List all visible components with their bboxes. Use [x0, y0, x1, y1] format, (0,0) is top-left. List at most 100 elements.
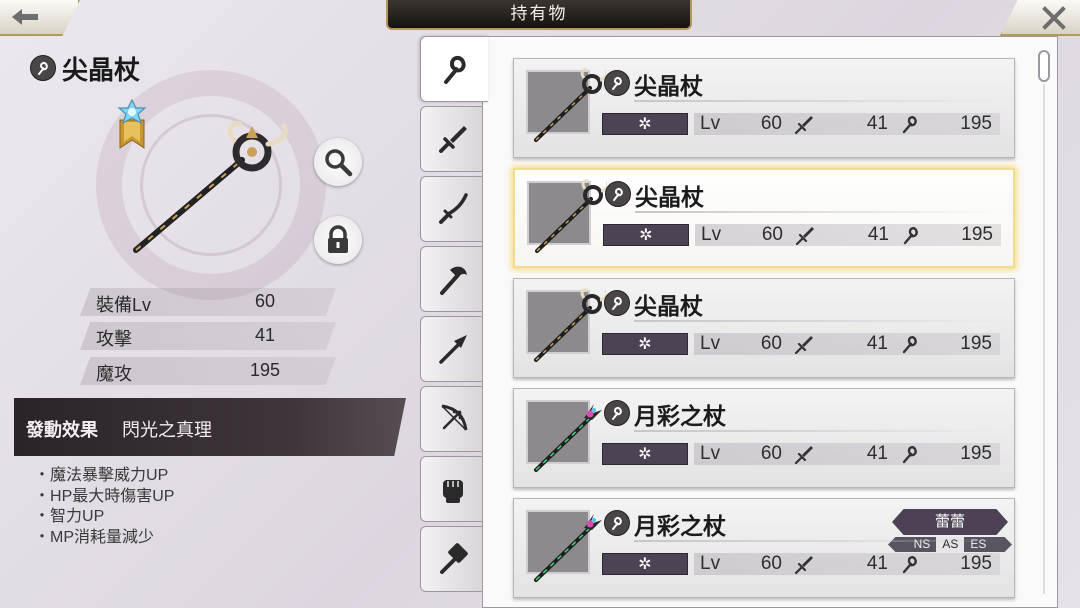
tab-staff[interactable] [420, 36, 488, 102]
detail-title: 尖晶杖 [30, 52, 141, 85]
staff-image [534, 404, 602, 472]
close-button[interactable] [1000, 0, 1080, 36]
staff-type-icon [604, 290, 630, 316]
stat-strip: Lv 60 41 195 [694, 553, 1000, 575]
stat-strip: Lv 60 41 195 [694, 333, 1000, 355]
magic-attack-icon [902, 116, 917, 134]
magic-attack-value: 195 [960, 113, 992, 134]
item-card-selected[interactable]: 尖晶杖 ✲ Lv 60 41 195 [513, 168, 1015, 268]
effect-label: 發動效果 [26, 420, 98, 440]
magic-attack-icon [903, 227, 918, 245]
stat-attack: 攻擊 41 [80, 322, 336, 350]
item-thumbnail [526, 288, 606, 362]
lock-icon [328, 225, 348, 253]
scroll-track [1043, 84, 1045, 594]
staff-image [535, 179, 607, 253]
element-badge: ✲ [602, 113, 688, 135]
item-card[interactable]: 尖晶杖 ✲ Lv 60 41 195 [513, 278, 1015, 378]
effect-name: 閃光之真理 [122, 420, 212, 440]
effect-item: 魔法暴擊威力UP [48, 466, 174, 487]
stat-magic-attack: 魔攻 195 [80, 357, 336, 385]
level-label: Lv [700, 443, 721, 464]
tab-axe[interactable] [420, 246, 484, 312]
tab-hammer[interactable] [420, 526, 484, 592]
back-button[interactable] [0, 0, 80, 36]
spear-icon [438, 335, 467, 364]
divider [635, 211, 1005, 213]
item-name: 尖晶杖 [634, 293, 703, 319]
element-badge: ✲ [602, 443, 688, 465]
staff-image [534, 514, 602, 582]
attack-icon [794, 336, 813, 354]
light-element-icon: ✲ [638, 336, 652, 353]
divider [634, 430, 1004, 432]
effect-item: 智力UP [48, 507, 174, 528]
item-card[interactable]: 尖晶杖 ✲ Lv 60 41 195 [513, 58, 1015, 158]
close-icon [1042, 6, 1066, 30]
stat-value: 195 [249, 360, 281, 380]
attack-value: 41 [867, 224, 889, 245]
tab-sword[interactable] [420, 106, 484, 172]
magic-attack-value: 195 [960, 443, 992, 464]
tab-spear[interactable] [420, 316, 484, 382]
item-thumbnail [526, 510, 602, 582]
staff-type-icon [605, 181, 631, 207]
item-thumbnail [526, 400, 602, 472]
fist-icon [442, 480, 463, 503]
item-name: 月彩之杖 [634, 403, 726, 429]
item-name: 尖晶杖 [62, 54, 141, 85]
item-name: 尖晶杖 [635, 184, 704, 210]
attack-icon [795, 227, 814, 245]
stat-value: 41 [254, 325, 276, 345]
zoom-button[interactable] [314, 138, 362, 186]
tab-fist[interactable] [420, 456, 484, 522]
level-value: 60 [761, 224, 783, 245]
magnifier-icon [325, 149, 353, 177]
staff-image [534, 288, 606, 362]
level-label: Lv [700, 333, 721, 354]
scrollbar-thumb[interactable] [1038, 50, 1050, 82]
level-value: 60 [760, 113, 782, 134]
staff-type-icon [604, 510, 630, 536]
tab-katana[interactable] [420, 176, 484, 242]
magic-attack-icon [902, 556, 917, 574]
tab-bow[interactable] [420, 386, 484, 452]
element-badge: ✲ [602, 333, 688, 355]
stat-equip-level: 裝備Lv 60 [80, 288, 336, 316]
level-label: Lv [701, 224, 722, 245]
magic-attack-value: 195 [961, 224, 993, 245]
stat-label: 裝備Lv [96, 295, 152, 315]
magic-attack-icon [902, 336, 917, 354]
attack-icon [794, 446, 813, 464]
staff-type-icon [30, 55, 56, 81]
divider [634, 540, 1004, 542]
item-name: 尖晶杖 [634, 73, 703, 99]
effect-item: MP消耗量減少 [48, 528, 174, 549]
level-value: 60 [760, 333, 782, 354]
level-label: Lv [700, 113, 721, 134]
attack-value: 41 [866, 333, 888, 354]
item-card[interactable]: 月彩之杖 蕾蕾 NS AS ES ✲ Lv 60 41 195 [513, 498, 1015, 598]
staff-type-icon [604, 70, 630, 96]
stat-label: 攻擊 [96, 329, 132, 349]
attack-value: 41 [866, 553, 888, 574]
lock-button[interactable] [314, 216, 362, 264]
level-label: Lv [700, 553, 721, 574]
magic-attack-value: 195 [960, 333, 992, 354]
back-arrow-icon [12, 9, 38, 25]
item-card[interactable]: 月彩之杖 ✲ Lv 60 41 195 [513, 388, 1015, 488]
stat-strip: Lv 60 41 195 [694, 113, 1000, 135]
element-badge: ✲ [602, 553, 688, 575]
item-thumbnail [527, 179, 607, 253]
effect-bar: 發動效果 閃光之真理 [14, 398, 406, 456]
item-thumbnail [526, 68, 606, 142]
divider [634, 100, 1004, 102]
attack-value: 41 [866, 443, 888, 464]
level-value: 60 [760, 443, 782, 464]
magic-attack-value: 195 [960, 553, 992, 574]
effect-item: HP最大時傷害UP [48, 487, 174, 508]
level-value: 60 [760, 553, 782, 574]
attack-icon [794, 556, 813, 574]
magic-attack-icon [902, 446, 917, 464]
katana-icon [438, 193, 468, 224]
